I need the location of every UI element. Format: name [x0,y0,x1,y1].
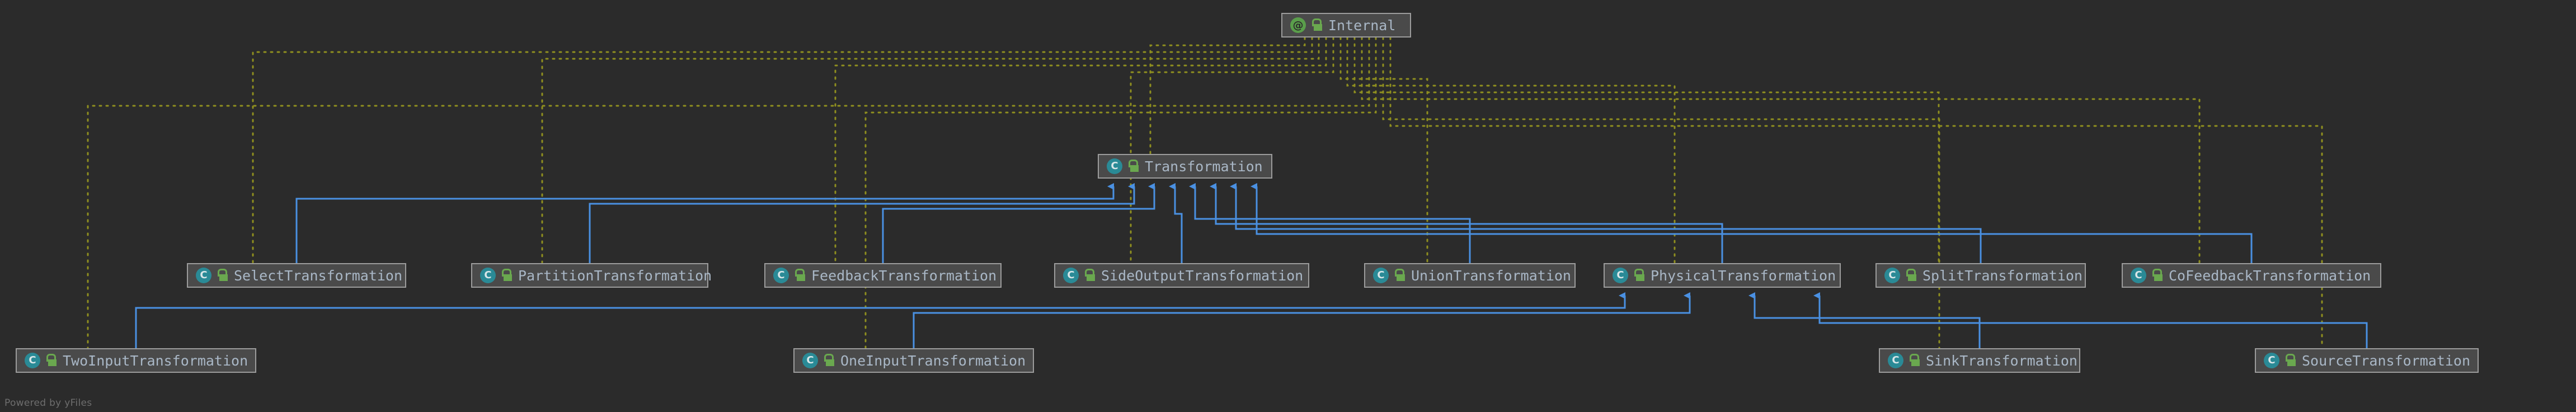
dependency-edge-internal-to-cofeedback-transformation [1361,36,2201,264]
class-icon: C [1063,268,1079,283]
dependency-edge-internal-to-twoinput-transformation [87,36,1370,349]
unlock-icon [217,269,228,282]
inheritance-edge-partition-transformation-to-transformation [589,183,1135,263]
edge-layer [87,36,2368,349]
dependency-edge-internal-to-sink-transformation [1382,36,1940,349]
node-twoinput-transformation[interactable]: C TwoInputTransformation [16,348,256,373]
node-label: SideOutputTransformation [1101,267,1304,284]
node-label: TwoInputTransformation [63,352,248,369]
node-label: UnionTransformation [1411,267,1571,284]
unlock-icon [1906,269,1917,282]
unlock-icon [501,269,513,282]
node-label: PartitionTransformation [518,267,712,284]
unlock-icon [1311,18,1323,32]
class-icon: C [773,268,789,283]
node-physical-transformation[interactable]: C PhysicalTransformation [1604,263,1841,288]
inheritance-edge-union-transformation-to-transformation [1189,183,1471,263]
dependency-edge-internal-to-source-transformation [1389,36,2323,349]
dependency-edge-internal-to-select-transformation [252,36,1313,264]
dependency-edge-internal-to-physical-transformation [1346,36,1676,264]
unlock-icon [2152,269,2163,282]
unlock-icon [2285,354,2296,367]
class-icon: C [1373,268,1389,283]
unlock-icon [1128,160,1139,173]
unlock-icon [1084,269,1096,282]
unlock-icon [1909,354,1920,367]
node-label: OneInputTransformation [840,352,1026,369]
dependency-edge-internal-to-partition-transformation [541,36,1320,264]
class-icon: C [480,268,496,283]
yfiles-watermark: Powered by yFiles [4,397,92,409]
node-label: SelectTransformation [234,267,403,284]
dependency-edge-internal-to-oneinput-transformation [864,36,1377,349]
inheritance-edge-split-transformation-to-transformation [1230,183,1982,263]
node-label: Internal [1328,17,1396,34]
inheritance-edge-oneinput-transformation-to-physical-transformation [913,292,1691,348]
class-icon: C [2264,353,2279,368]
class-icon: C [196,268,211,283]
node-label: FeedbackTransformation [811,267,997,284]
dependency-edge-internal-to-union-transformation [1339,36,1428,264]
node-label: PhysicalTransformation [1651,267,1836,284]
node-transformation[interactable]: C Transformation [1098,154,1272,179]
unlock-icon [1634,269,1645,282]
inheritance-edge-twoinput-transformation-to-physical-transformation [135,292,1626,348]
unlock-icon [824,354,835,367]
class-icon: C [802,353,818,368]
node-source-transformation[interactable]: C SourceTransformation [2255,348,2479,373]
node-label: SinkTransformation [1926,352,2077,369]
class-icon: C [1884,268,1900,283]
class-icon: C [1107,158,1122,174]
node-internal[interactable]: @ Internal [1281,13,1411,38]
node-partition-transformation[interactable]: C PartitionTransformation [471,263,712,288]
node-split-transformation[interactable]: C SplitTransformation [1875,263,2086,288]
node-label: Transformation [1145,158,1263,175]
node-label: SourceTransformation [2302,352,2471,369]
node-sideoutput-transformation[interactable]: C SideOutputTransformation [1054,263,1309,288]
unlock-icon [795,269,806,282]
class-icon: C [2131,268,2146,283]
inheritance-edge-feedback-transformation-to-transformation [882,183,1155,263]
inheritance-edge-select-transformation-to-transformation [295,183,1115,263]
class-icon: C [1888,353,1903,368]
dependency-edge-internal-to-transformation [1149,36,1306,155]
node-sink-transformation[interactable]: C SinkTransformation [1879,348,2080,373]
dependency-edges [87,36,2323,349]
inheritance-edge-source-transformation-to-physical-transformation [1813,292,2368,348]
class-icon: C [1613,268,1628,283]
dependency-edge-internal-to-feedback-transformation [834,36,1327,264]
node-feedback-transformation[interactable]: C FeedbackTransformation [764,263,1002,288]
inheritance-edge-sink-transformation-to-physical-transformation [1748,292,1981,348]
inheritance-edge-sideoutput-transformation-to-transformation [1169,183,1183,263]
inheritance-edge-physical-transformation-to-transformation [1210,183,1723,263]
dependency-edge-internal-to-sideoutput-transformation [1130,36,1334,264]
unlock-icon [1394,269,1405,282]
node-select-transformation[interactable]: C SelectTransformation [187,263,406,288]
inheritance-edge-cofeedback-transformation-to-transformation [1251,183,2253,263]
dependency-edge-internal-to-split-transformation [1353,36,1940,264]
unlock-icon [46,354,57,367]
diagram-canvas[interactable]: @ Internal C Transformation C SelectTransform… [0,0,2576,412]
node-cofeedback-transformation[interactable]: C CoFeedbackTransformation [2122,263,2381,288]
node-label: SplitTransformation [1922,267,2083,284]
class-icon: C [25,353,40,368]
node-label: CoFeedbackTransformation [2169,267,2371,284]
node-union-transformation[interactable]: C UnionTransformation [1364,263,1576,288]
annotation-icon: @ [1290,17,1306,33]
node-oneinput-transformation[interactable]: C OneInputTransformation [793,348,1034,373]
